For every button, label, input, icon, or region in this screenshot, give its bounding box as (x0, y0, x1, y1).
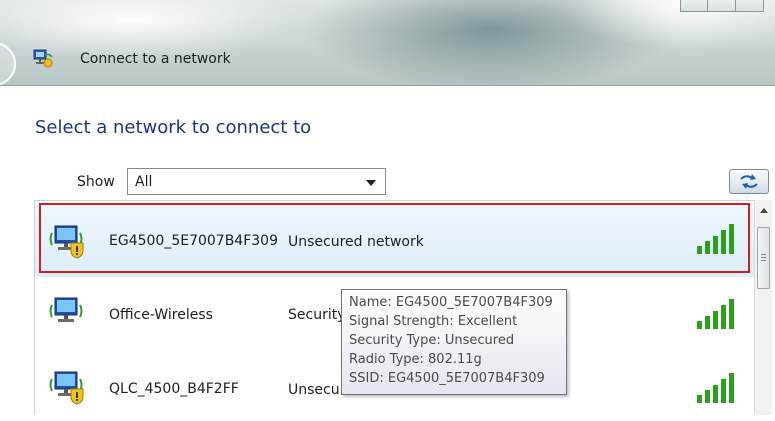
network-name: Office-Wireless (109, 307, 213, 323)
signal-strength-icon (697, 299, 734, 329)
signal-strength-icon (697, 373, 734, 403)
tooltip-ssid: SSID: EG4500_5E7007B4F309 (349, 371, 545, 386)
network-status: Security (288, 307, 346, 323)
maximize-button[interactable] (708, 0, 736, 12)
network-name: QLC_4500_B4F2FF (109, 381, 239, 397)
scroll-up-arrow[interactable] (760, 208, 768, 213)
minimize-button[interactable] (680, 0, 708, 12)
show-label: Show (77, 174, 115, 190)
show-filter-dropdown[interactable]: All (127, 168, 386, 195)
title-bar (0, 0, 775, 86)
network-name: EG4500_5E7007B4F309 (109, 233, 278, 249)
wireless-network-icon (49, 297, 83, 322)
grip-line (761, 257, 766, 258)
wireless-network-icon (49, 225, 84, 259)
network-details-tooltip: Name: EG4500_5E7007B4F309 Signal Strengt… (341, 289, 567, 395)
chevron-down-icon[interactable] (366, 180, 376, 186)
page-heading: Select a network to connect to (35, 117, 312, 138)
refresh-button[interactable] (729, 169, 769, 194)
tooltip-radio-type: Radio Type: 802.11g (349, 352, 482, 367)
network-status: Unsecu (288, 382, 340, 398)
tooltip-signal-strength: Signal Strength: Excellent (349, 314, 518, 329)
title-bar-divider (0, 85, 775, 86)
vertical-scrollbar[interactable] (754, 200, 772, 415)
show-filter-value: All (135, 174, 153, 190)
tooltip-name: Name: EG4500_5E7007B4F309 (349, 295, 553, 310)
network-icon (33, 49, 53, 68)
tooltip-security-type: Security Type: Unsecured (349, 333, 515, 348)
network-row[interactable]: EG4500_5E7007B4F309 Unsecured network (35, 205, 754, 277)
network-status: Unsecured network (288, 234, 424, 250)
close-button[interactable] (736, 0, 764, 12)
signal-strength-icon (697, 224, 734, 254)
wireless-network-icon (49, 371, 84, 405)
grip-line (761, 254, 766, 255)
refresh-icon (740, 174, 758, 189)
grip-line (761, 260, 766, 261)
scroll-thumb[interactable] (757, 227, 770, 289)
window-caption-buttons (680, 0, 772, 16)
window-title: Connect to a network (80, 51, 231, 67)
